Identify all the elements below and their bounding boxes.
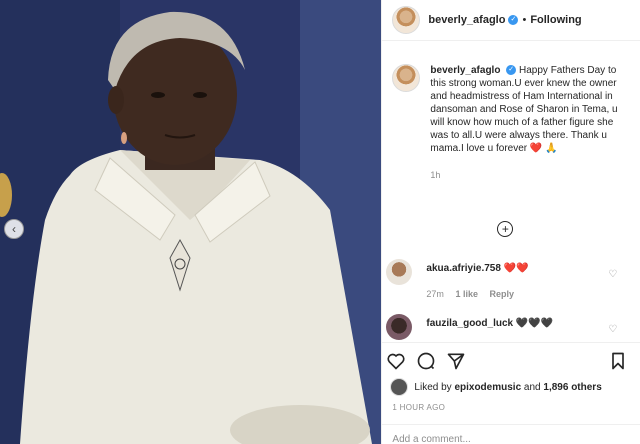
comment-like-heart-icon[interactable]: ♡ xyxy=(608,269,617,280)
verified-badge-icon: ✓ xyxy=(506,65,517,76)
comment-username[interactable]: fauzila_good_luck xyxy=(426,318,513,329)
caption-text-block: beverly_afaglo ✓ Happy Fathers Day to th… xyxy=(430,64,630,182)
comment-text: ❤️❤️ xyxy=(503,263,529,274)
likes-count-link[interactable]: 1,896 others xyxy=(543,382,601,393)
add-comment-bar xyxy=(382,424,640,444)
liker-username[interactable]: epixodemusic xyxy=(454,382,521,393)
comment-like-heart-icon[interactable]: ♡ xyxy=(608,324,617,335)
caption: beverly_afaglo ✓ Happy Fathers Day to th… xyxy=(392,64,632,182)
caption-time[interactable]: 1h xyxy=(430,169,630,182)
share-icon[interactable] xyxy=(446,351,466,374)
likes-prefix: Liked by xyxy=(414,381,452,393)
comment-time[interactable]: 27m xyxy=(426,289,444,299)
heart-icon[interactable] xyxy=(386,351,406,374)
post-timestamp[interactable]: 1 HOUR AGO xyxy=(392,403,445,412)
likes-text: Liked by epixodemusic and 1,896 others xyxy=(414,382,601,393)
likes-summary: Liked by epixodemusic and 1,896 others xyxy=(390,378,635,396)
photo-woman-portrait xyxy=(0,0,382,444)
comment-avatar[interactable] xyxy=(386,259,413,285)
post-header: beverly_afaglo ✓ • Following xyxy=(382,0,640,41)
comment-body: fauzila_good_luck 🖤🖤🖤 xyxy=(426,318,606,329)
comment-meta: 27m 1 like Reply xyxy=(426,289,606,299)
caption-username[interactable]: beverly_afaglo xyxy=(430,65,500,76)
liker-avatar[interactable] xyxy=(390,378,409,396)
following-button[interactable]: Following xyxy=(530,14,581,26)
comment-avatar[interactable] xyxy=(386,314,413,340)
comment-username[interactable]: akua.afriyie.758 xyxy=(426,263,501,274)
comment-icon[interactable] xyxy=(416,351,436,374)
comment-body: akua.afriyie.758 ❤️❤️ 27m 1 like Reply xyxy=(426,263,606,299)
action-bar xyxy=(382,342,640,379)
likes-connector: and xyxy=(523,381,541,393)
header-username[interactable]: beverly_afaglo xyxy=(428,14,505,26)
caption-emojis: ❤️ 🙏 xyxy=(529,143,558,154)
comment-text: 🖤🖤🖤 xyxy=(515,318,554,329)
comment-likes[interactable]: 1 like xyxy=(455,289,478,299)
reply-button[interactable]: Reply xyxy=(489,289,514,299)
post-photo[interactable]: ‹ xyxy=(0,0,382,444)
instagram-post: ‹ beverly_afaglo ✓ • Following beverly_a… xyxy=(0,0,640,444)
caption-avatar[interactable] xyxy=(392,64,421,92)
post-details-panel: beverly_afaglo ✓ • Following beverly_afa… xyxy=(381,0,640,444)
avatar[interactable] xyxy=(392,6,421,34)
caption-body: Happy Fathers Day to this strong woman.U… xyxy=(430,65,618,154)
previous-photo-button[interactable]: ‹ xyxy=(4,219,24,239)
bookmark-icon[interactable] xyxy=(608,351,628,374)
verified-badge-icon: ✓ xyxy=(508,15,519,25)
header-separator: • xyxy=(522,14,527,26)
add-comment-input[interactable] xyxy=(390,433,595,444)
load-more-comments-icon[interactable]: + xyxy=(497,221,514,237)
